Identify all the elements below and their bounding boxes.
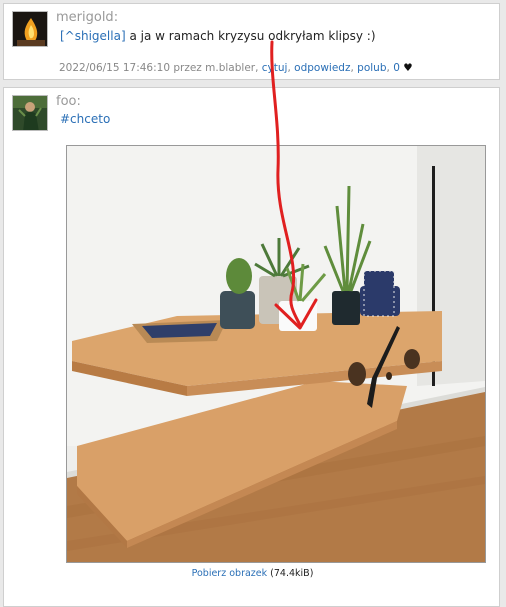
heart-icon: ♥ [403, 62, 413, 74]
message: #chceto [60, 112, 110, 126]
download-link[interactable]: Pobierz obrazek [192, 568, 268, 579]
message: [^shigella] a ja w ramach kryzysu odkrył… [60, 29, 376, 43]
like-count[interactable]: 0 [393, 62, 400, 74]
furniture-photo [67, 146, 485, 562]
avatar-foo[interactable] [12, 95, 48, 131]
download-caption: Pobierz obrazek (74.4kiB) [4, 568, 501, 579]
quote-link[interactable]: cytuj [262, 62, 288, 74]
hashtag-link[interactable]: #chceto [60, 112, 110, 126]
author-name[interactable]: foo: [56, 94, 81, 109]
message-text: a ja w ramach kryzysu odkryłam klipsy :) [125, 29, 376, 43]
avatar-foo-image [13, 96, 47, 130]
post-meta: 2022/06/15 17:46:10 przez m.blabler, cyt… [59, 62, 413, 74]
reply-link[interactable]: odpowiedz [294, 62, 350, 74]
avatar-merigold-image [13, 12, 47, 46]
post-merigold: merigold: [^shigella] a ja w ramach kryz… [3, 3, 500, 80]
post-image[interactable] [66, 145, 486, 563]
author-name[interactable]: merigold: [56, 10, 118, 25]
avatar-merigold[interactable] [12, 11, 48, 47]
download-size: (74.4kiB) [270, 568, 314, 579]
like-link[interactable]: polub [357, 62, 386, 74]
mention-link[interactable]: [^shigella] [60, 29, 126, 43]
post-foo: foo: #chceto Pobierz obrazek (74.4kiB) [3, 87, 500, 607]
post-date: 2022/06/15 17:46:10 przez m.blabler, [59, 62, 259, 74]
